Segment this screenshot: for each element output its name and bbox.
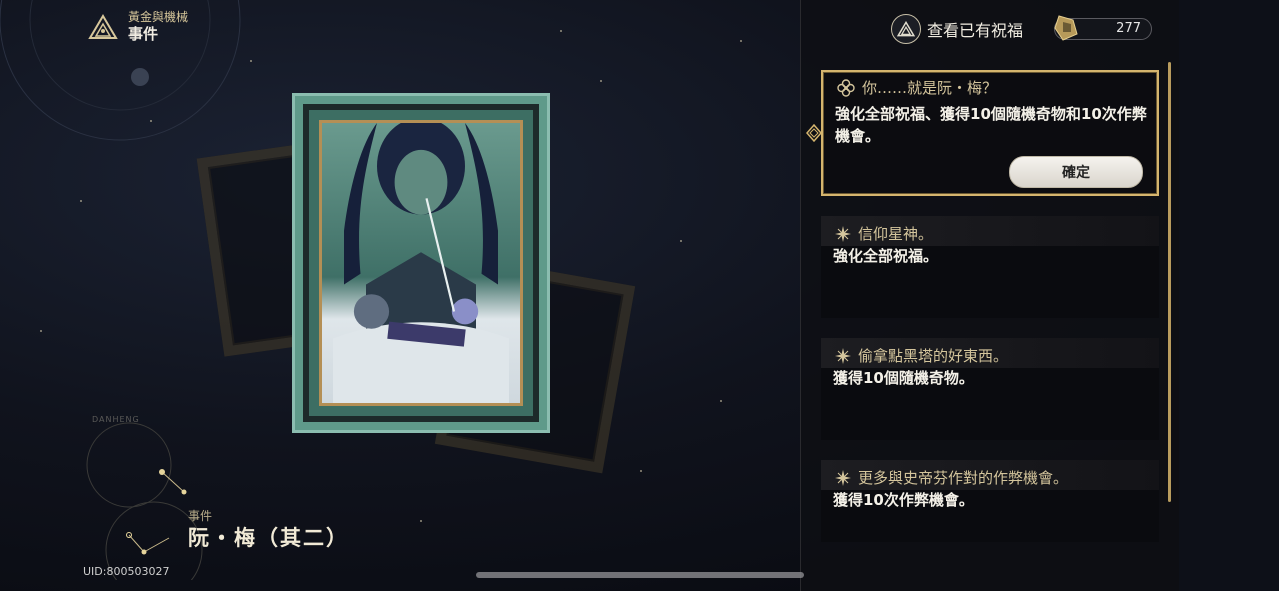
option-description: 獲得10個隨機奇物。 <box>833 369 974 387</box>
triangle-emblem-icon <box>88 14 118 39</box>
currency-value: 277 <box>1116 21 1141 36</box>
star-icon <box>835 347 851 364</box>
option-description: 強化全部祝福、獲得10個隨機奇物和10次作弊機會。 <box>835 105 1147 145</box>
event-option-2[interactable]: 信仰星神。 強化全部祝福。 <box>821 216 1159 318</box>
world-name: 黃金與機械 <box>128 10 189 24</box>
home-indicator-bar[interactable] <box>476 572 804 578</box>
options-scrollbar[interactable] <box>1168 62 1171 502</box>
event-portrait-art <box>319 120 523 406</box>
event-option-1[interactable]: 你……就是阮・梅？ 強化全部祝福、獲得10個隨機奇物和10次作弊機會。 確定 <box>821 70 1159 196</box>
option-description: 強化全部祝福。 <box>833 247 939 265</box>
option-title: 你……就是阮・梅？ <box>862 79 998 97</box>
event-type: 事件 <box>128 25 159 43</box>
star-icon <box>835 469 851 486</box>
view-blessings-button[interactable]: 查看已有祝福 <box>891 14 1023 44</box>
event-header: 黃金與機械 事件 <box>88 10 188 44</box>
uid-text: UID:800503027 <box>83 565 170 578</box>
star-icon <box>835 225 851 242</box>
triangle-emblem-icon <box>891 14 921 44</box>
portrait-illustration <box>333 123 509 403</box>
confirm-button[interactable]: 確定 <box>1009 156 1143 188</box>
option-title: 信仰星神。 <box>858 225 934 243</box>
option-title: 更多與史帝芬作對的作弊機會。 <box>858 469 1069 487</box>
constellation-decoration: DANHENG <box>86 415 203 580</box>
event-option-3[interactable]: 偷拿點黑塔的好東西。 獲得10個隨機奇物。 <box>821 338 1159 440</box>
option-title: 偷拿點黑塔的好東西。 <box>858 347 1009 365</box>
cosmic-fragment-icon <box>1054 15 1078 41</box>
panel-edge <box>1179 0 1279 591</box>
event-portrait-frame <box>292 93 550 433</box>
selection-diamond-icon <box>806 124 822 142</box>
flower-icon <box>837 78 855 97</box>
option-description: 獲得10次作弊機會。 <box>833 491 974 509</box>
event-option-4[interactable]: 更多與史帝芬作對的作弊機會。 獲得10次作弊機會。 <box>821 460 1159 542</box>
view-blessings-label: 查看已有祝福 <box>927 21 1024 40</box>
constellation-label: DANHENG <box>92 415 140 424</box>
event-name: 阮・梅（其二） <box>188 526 349 550</box>
currency-counter: 277 <box>1054 15 1152 41</box>
